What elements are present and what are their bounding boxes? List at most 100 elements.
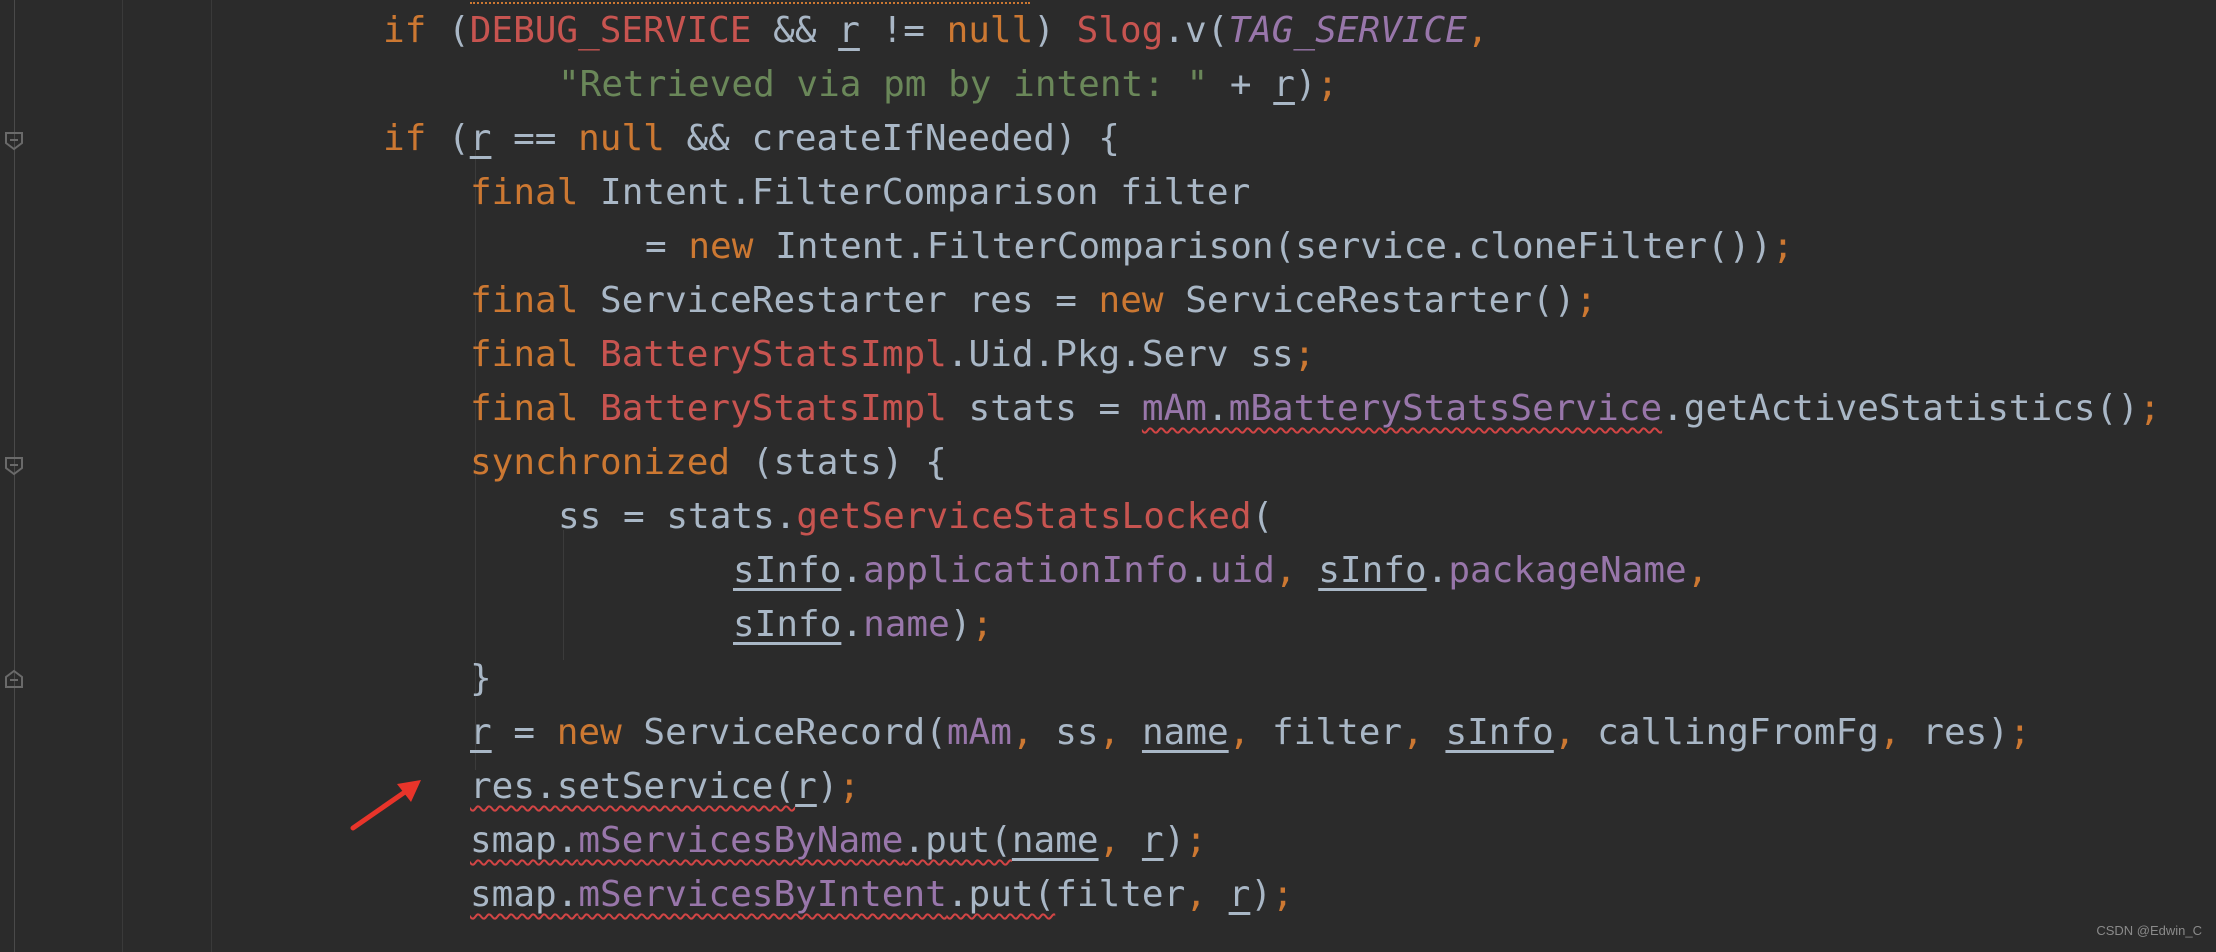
code-token: name [1011,820,1099,861]
code-token: null [946,10,1034,51]
code-token: , [1466,10,1489,51]
code-token: , [1553,712,1598,753]
code-line[interactable]: smap.mServicesByName.put(name, r); [470,814,1207,868]
code-token: if [383,10,427,51]
code-line[interactable]: final BatteryStatsImpl stats = mAm.mBatt… [470,382,2161,436]
code-token: res) [1922,712,2009,753]
code-token: filter [1272,712,1403,753]
indent-rule [211,0,212,952]
code-token: BatteryStatsImpl [600,334,947,375]
code-token: Intent.FilterComparison(service.cloneFil… [753,226,1773,267]
code-token: DEBUG_SERVICE [469,10,752,51]
code-token: ; [1772,226,1794,267]
code-token: == [491,118,579,159]
code-line[interactable]: smap.mServicesByIntent.put(filter, r); [470,868,1294,922]
code-token: ; [1185,820,1207,861]
code-token: r [1141,820,1164,861]
code-token: + [1208,64,1274,105]
code-token: .v( [1163,10,1229,51]
code-token: new [688,226,754,267]
code-token: , [1878,712,1923,753]
code-line[interactable]: res.setService(r); [470,760,860,814]
code-token: stats = [946,388,1142,429]
code-token: . [1206,388,1229,429]
code-token: getServiceStatsLocked [796,496,1252,537]
code-token: mBatteryStatsService [1228,388,1663,429]
code-line[interactable]: final BatteryStatsImpl.Uid.Pkg.Serv ss; [470,328,1315,382]
code-token: null [578,118,665,159]
code-line[interactable]: "Retrieved via pm by intent: " + r); [558,58,1338,112]
code-token: final [470,388,579,429]
code-line[interactable]: final ServiceRestarter res = new Service… [470,274,1597,328]
code-token: final [470,334,579,375]
code-token: TAG_SERVICE [1228,10,1467,51]
code-token: , [1011,712,1056,753]
code-token: mServicesByName [578,820,904,861]
code-line[interactable]: } [470,652,492,706]
code-token: Slog [1076,10,1164,51]
code-line[interactable]: sInfo.applicationInfo.uid, sInfo.package… [733,544,1708,598]
code-token: , [1098,712,1142,753]
code-token: != [859,10,947,51]
code-token: ) [816,766,839,807]
code-token: synchronized [470,442,731,483]
code-token: ; [838,766,861,807]
code-token: r [469,118,492,159]
fold-collapse-icon[interactable] [3,455,25,477]
code-token: packageName [1448,550,1687,591]
code-line[interactable]: = new Intent.FilterComparison(service.cl… [645,220,1794,274]
code-token: ) [1163,820,1186,861]
code-token: , [1098,820,1142,861]
code-token: r [1273,64,1295,105]
code-token: . [841,604,864,645]
code-token: .Uid.Pkg.Serv ss [946,334,1294,375]
indent-guide [563,530,564,660]
code-token: mAm [1141,388,1207,429]
code-token: .getActiveStatistics() [1662,388,2139,429]
code-token: Intent.FilterComparison filter [578,172,1251,213]
code-editor[interactable]: if (DEBUG_SERVICE && r != null) Slog.v(T… [0,0,2216,952]
code-token: smap. [470,820,579,861]
code-token: . [1188,550,1210,591]
code-line[interactable]: ss = stats.getServiceStatsLocked( [558,490,1273,544]
code-token: .put( [903,820,1012,861]
code-token: sInfo [733,550,842,591]
code-line[interactable]: if (r == null && createIfNeeded) { [383,112,1120,166]
code-token: "Retrieved via pm by intent: " [558,64,1209,105]
code-token: name [1141,712,1229,753]
code-token: mServicesByIntent [578,874,947,915]
code-line[interactable]: synchronized (stats) { [470,436,947,490]
code-line[interactable]: sInfo.name); [733,598,993,652]
code-token: = [491,712,557,753]
code-token: smap. [470,874,579,915]
code-token: ) [949,604,972,645]
code-token: ss [1055,712,1099,753]
code-token: ServiceRecord( [621,712,947,753]
code-line[interactable]: final Intent.FilterComparison filter [470,166,1250,220]
code-line[interactable]: r = new ServiceRecord(mAm, ss, name, fil… [470,706,2031,760]
code-token: ServiceRestarter res = [578,280,1099,321]
code-token: r [795,766,817,807]
code-token: final [470,280,579,321]
indent-rule [122,0,123,952]
code-token: if [383,118,427,159]
fold-end-icon[interactable] [3,668,25,690]
code-token: BatteryStatsImpl [600,388,947,429]
code-token: callingFromFg [1597,712,1879,753]
code-token: sInfo [1445,712,1554,753]
code-token: filter [1055,874,1186,915]
code-token: ; [971,604,994,645]
code-line[interactable]: if (DEBUG_SERVICE && r != null) Slog.v(T… [383,4,1488,58]
code-token: .put( [946,874,1056,915]
code-token: . [1426,550,1449,591]
code-token: sInfo [733,604,842,645]
fold-collapse-icon[interactable] [3,130,25,152]
code-token: , [1686,550,1709,591]
code-token: new [556,712,622,753]
code-token: r [470,712,492,753]
code-token: , [1185,874,1229,915]
code-token: applicationInfo [863,550,1189,591]
annotation-arrow-icon [350,780,421,831]
